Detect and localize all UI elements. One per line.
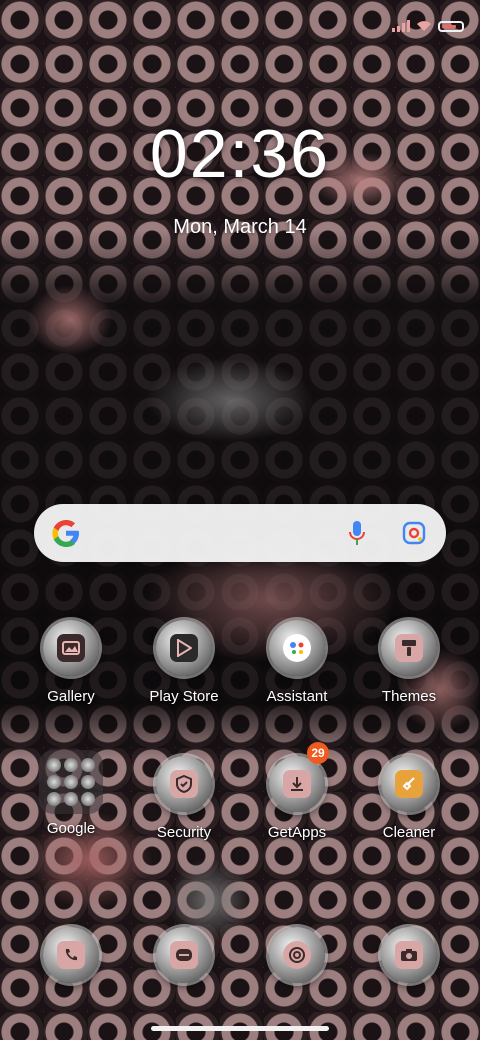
google-g-icon: [52, 520, 79, 547]
app-security[interactable]: Security: [124, 756, 244, 841]
app-getapps[interactable]: 29 GetApps: [237, 742, 357, 841]
getapps-icon: 29: [269, 742, 329, 812]
google-lens-icon[interactable]: [402, 521, 426, 545]
notification-badge: 29: [307, 742, 329, 764]
app-label: Themes: [381, 688, 437, 705]
status-bar: [0, 0, 480, 40]
signal-icon: [392, 20, 410, 32]
camera-icon: [381, 927, 437, 983]
security-icon: [156, 756, 212, 812]
gallery-icon: [43, 620, 99, 676]
app-gallery[interactable]: Gallery: [11, 620, 131, 705]
assistant-icon: [269, 620, 325, 676]
dock-messages[interactable]: [124, 927, 244, 983]
mic-icon[interactable]: [348, 520, 366, 546]
phone-icon: [43, 927, 99, 983]
gesture-nav-handle[interactable]: [151, 1026, 329, 1031]
app-label: Gallery: [47, 688, 95, 705]
app-label: Cleaner: [382, 824, 436, 841]
chrome-icon: [269, 927, 325, 983]
folder-icon: [39, 750, 103, 814]
clock-date[interactable]: Mon, March 14: [0, 216, 480, 239]
dock-chrome[interactable]: [237, 927, 357, 983]
dock-camera[interactable]: [349, 927, 469, 983]
wifi-icon: [417, 21, 431, 31]
app-play-store[interactable]: Play Store: [124, 620, 244, 705]
google-search-bar[interactable]: [34, 504, 446, 562]
play-store-icon: [156, 620, 212, 676]
messages-icon: [156, 927, 212, 983]
app-label: Assistant: [266, 688, 328, 705]
app-label: GetApps: [267, 824, 327, 841]
themes-icon: [381, 620, 437, 676]
app-cleaner[interactable]: Cleaner: [349, 756, 469, 841]
cleaner-icon: [381, 756, 437, 812]
status-icons: [392, 20, 464, 32]
battery-icon: [438, 20, 464, 32]
folder-google[interactable]: Google: [11, 750, 131, 837]
app-assistant[interactable]: Assistant: [237, 620, 357, 705]
dock-phone[interactable]: [11, 927, 131, 983]
app-themes[interactable]: Themes: [349, 620, 469, 705]
app-label: Play Store: [149, 688, 219, 705]
clock-time[interactable]: 02:36: [0, 115, 480, 193]
app-label: Security: [156, 824, 212, 841]
app-label: Google: [46, 820, 96, 837]
